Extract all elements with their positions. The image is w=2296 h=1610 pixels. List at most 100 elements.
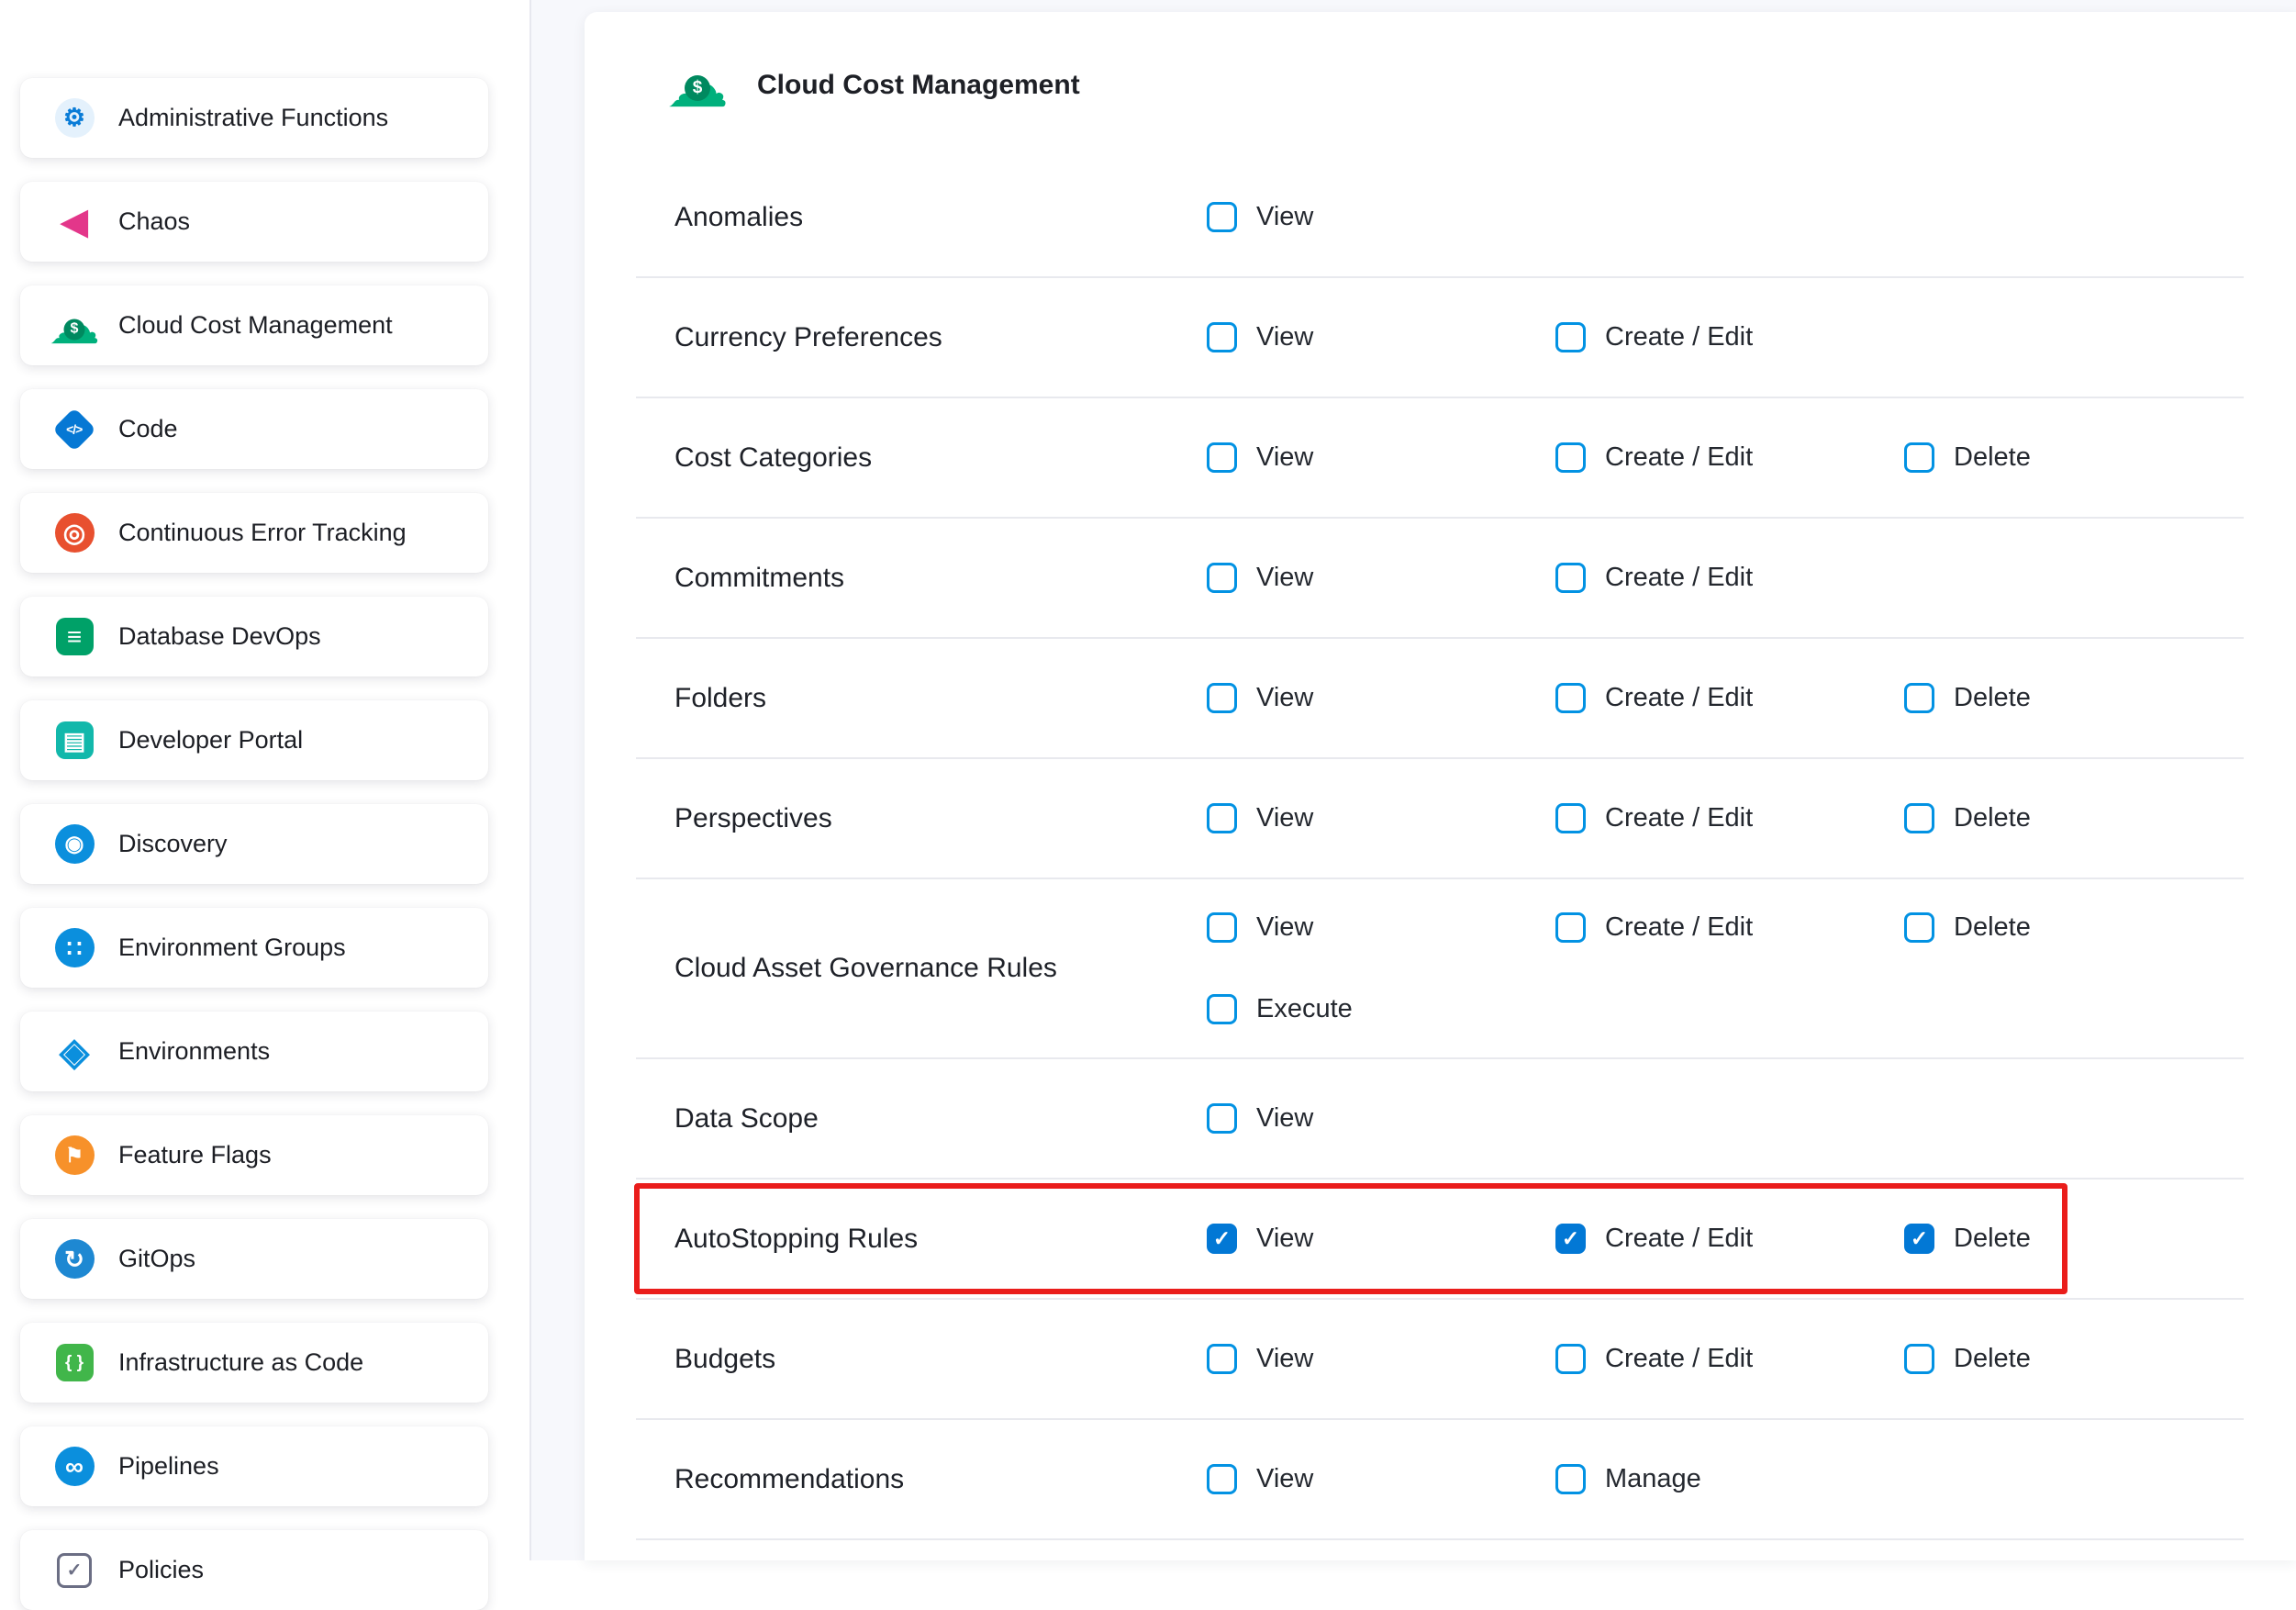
sidebar-item-cloud-cost-management[interactable]: ☁$ Cloud Cost Management — [20, 285, 488, 365]
permission-label[interactable]: View — [1256, 563, 1313, 593]
permission-label[interactable]: Delete — [1954, 1224, 2031, 1254]
cost-categories-create-edit-checkbox[interactable] — [1555, 442, 1586, 473]
feature-flags-icon: ⚑ — [53, 1135, 95, 1177]
sidebar-item-label: Continuous Error Tracking — [118, 519, 407, 547]
cloud-asset-governance-rules-delete-checkbox[interactable] — [1904, 912, 1934, 943]
panel-header: ☁$ Cloud Cost Management — [585, 12, 2296, 158]
autostopping-rules-view-checkbox[interactable] — [1207, 1224, 1237, 1254]
recommendations-manage-checkbox[interactable] — [1555, 1464, 1586, 1494]
permission-cell: Create / Edit — [1555, 912, 1904, 943]
budgets-view-checkbox[interactable] — [1207, 1344, 1237, 1374]
budgets-delete-checkbox[interactable] — [1904, 1344, 1934, 1374]
folders-delete-checkbox[interactable] — [1904, 683, 1934, 713]
sidebar-item-label: Developer Portal — [118, 726, 303, 755]
sidebar-list: ⚙ Administrative Functions ◀ Chaos ☁$ Cl… — [0, 0, 529, 1610]
permission-label[interactable]: Create / Edit — [1605, 912, 1753, 943]
environments-icon: ◈ — [53, 1031, 95, 1073]
permission-cell: Execute — [1207, 994, 1555, 1024]
permission-row-autostopping-rules: AutoStopping Rules View Create / Edit Delet… — [636, 1180, 2244, 1300]
autostopping-rules-delete-checkbox[interactable] — [1904, 1224, 1934, 1254]
resource-name: Budgets — [636, 1344, 1207, 1375]
permission-label[interactable]: Delete — [1954, 912, 2031, 943]
permission-label[interactable]: Create / Edit — [1605, 322, 1753, 352]
permission-row-currency-preferences: Currency PreferencesViewCreate / Edit — [636, 278, 2244, 398]
permission-cell: View — [1207, 1103, 1555, 1134]
permission-cell: View — [1207, 912, 1555, 943]
commitments-view-checkbox[interactable] — [1207, 563, 1237, 593]
cost-categories-delete-checkbox[interactable] — [1904, 442, 1934, 473]
permission-label[interactable]: Create / Edit — [1605, 563, 1753, 593]
anomalies-view-checkbox[interactable] — [1207, 202, 1237, 232]
permission-cell: Manage — [1555, 1464, 1904, 1494]
cloud-dollar-icon: ☁$ — [665, 57, 730, 114]
perspectives-delete-checkbox[interactable] — [1904, 803, 1934, 833]
budgets-create-edit-checkbox[interactable] — [1555, 1344, 1586, 1374]
permission-label[interactable]: View — [1256, 202, 1313, 232]
sidebar-item-code[interactable]: </> Code — [20, 389, 488, 469]
sidebar-item-label: Pipelines — [118, 1452, 219, 1481]
iac-icon: { } — [53, 1342, 95, 1384]
permission-label[interactable]: Create / Edit — [1605, 803, 1753, 833]
perspectives-view-checkbox[interactable] — [1207, 803, 1237, 833]
permission-label[interactable]: View — [1256, 1464, 1313, 1494]
permission-label[interactable]: View — [1256, 322, 1313, 352]
permission-label[interactable]: Delete — [1954, 442, 2031, 473]
resource-name: AutoStopping Rules — [636, 1224, 1207, 1255]
sidebar-item-gitops[interactable]: ↻ GitOps — [20, 1219, 488, 1299]
permission-label[interactable]: Create / Edit — [1605, 683, 1753, 713]
sidebar-item-continuous-error-tracking[interactable]: ◎ Continuous Error Tracking — [20, 493, 488, 573]
cloud-asset-governance-rules-create-edit-checkbox[interactable] — [1555, 912, 1586, 943]
permission-label[interactable]: Create / Edit — [1605, 1344, 1753, 1374]
database-icon: ≡ — [53, 616, 95, 658]
permission-label[interactable]: Execute — [1256, 994, 1353, 1024]
sidebar-item-administrative-functions[interactable]: ⚙ Administrative Functions — [20, 78, 488, 158]
sidebar-item-chaos[interactable]: ◀ Chaos — [20, 182, 488, 262]
perspectives-create-edit-checkbox[interactable] — [1555, 803, 1586, 833]
permission-label[interactable]: View — [1256, 683, 1313, 713]
currency-preferences-view-checkbox[interactable] — [1207, 322, 1237, 352]
permission-label[interactable]: Delete — [1954, 683, 2031, 713]
sidebar-item-environments[interactable]: ◈ Environments — [20, 1012, 488, 1091]
main-background: ☁$ Cloud Cost Management AnomaliesViewCu… — [531, 0, 2296, 1560]
permission-label[interactable]: View — [1256, 803, 1313, 833]
sidebar-item-environment-groups[interactable]: ∷ Environment Groups — [20, 908, 488, 988]
permission-row-budgets: Budgets View Create / Edit Delete — [636, 1300, 2244, 1420]
permissions-panel: ☁$ Cloud Cost Management AnomaliesViewCu… — [585, 12, 2296, 1560]
data-scope-view-checkbox[interactable] — [1207, 1103, 1237, 1134]
permission-label[interactable]: Create / Edit — [1605, 1224, 1753, 1254]
permission-label[interactable]: View — [1256, 1344, 1313, 1374]
permission-label[interactable]: View — [1256, 1224, 1313, 1254]
permission-label[interactable]: Manage — [1605, 1464, 1701, 1494]
permission-label[interactable]: View — [1256, 912, 1313, 943]
resource-name: Recommendations — [636, 1464, 1207, 1495]
folders-create-edit-checkbox[interactable] — [1555, 683, 1586, 713]
permission-label[interactable]: Delete — [1954, 803, 2031, 833]
folders-view-checkbox[interactable] — [1207, 683, 1237, 713]
permission-row-cloud-asset-governance-rules: Cloud Asset Governance RulesViewCreate /… — [636, 879, 2244, 1059]
permission-label[interactable]: View — [1256, 1103, 1313, 1134]
recommendations-view-checkbox[interactable] — [1207, 1464, 1237, 1494]
sidebar-item-feature-flags[interactable]: ⚑ Feature Flags — [20, 1115, 488, 1195]
cost-categories-view-checkbox[interactable] — [1207, 442, 1237, 473]
permission-cell: Create / Edit — [1555, 683, 1904, 713]
sidebar-item-infrastructure-as-code[interactable]: { } Infrastructure as Code — [20, 1323, 488, 1403]
sidebar-item-developer-portal[interactable]: ▤ Developer Portal — [20, 700, 488, 780]
sidebar-item-label: Environments — [118, 1037, 270, 1066]
permission-cell: View — [1207, 322, 1555, 352]
gitops-icon: ↻ — [53, 1238, 95, 1280]
cloud-asset-governance-rules-view-checkbox[interactable] — [1207, 912, 1237, 943]
permission-label[interactable]: View — [1256, 442, 1313, 473]
discovery-icon: ◉ — [53, 823, 95, 866]
sidebar-item-pipelines[interactable]: ∞ Pipelines — [20, 1426, 488, 1506]
permission-label[interactable]: Create / Edit — [1605, 442, 1753, 473]
sidebar-item-discovery[interactable]: ◉ Discovery — [20, 804, 488, 884]
cloud-asset-governance-rules-execute-checkbox[interactable] — [1207, 994, 1237, 1024]
permission-cell: View — [1207, 202, 1555, 232]
permission-label[interactable]: Delete — [1954, 1344, 2031, 1374]
sidebar-item-policies[interactable]: ✓ Policies — [20, 1530, 488, 1610]
commitments-create-edit-checkbox[interactable] — [1555, 563, 1586, 593]
currency-preferences-create-edit-checkbox[interactable] — [1555, 322, 1586, 352]
permission-cell: Create / Edit — [1555, 1224, 1904, 1254]
sidebar-item-database-devops[interactable]: ≡ Database DevOps — [20, 597, 488, 676]
autostopping-rules-create-edit-checkbox[interactable] — [1555, 1224, 1586, 1254]
